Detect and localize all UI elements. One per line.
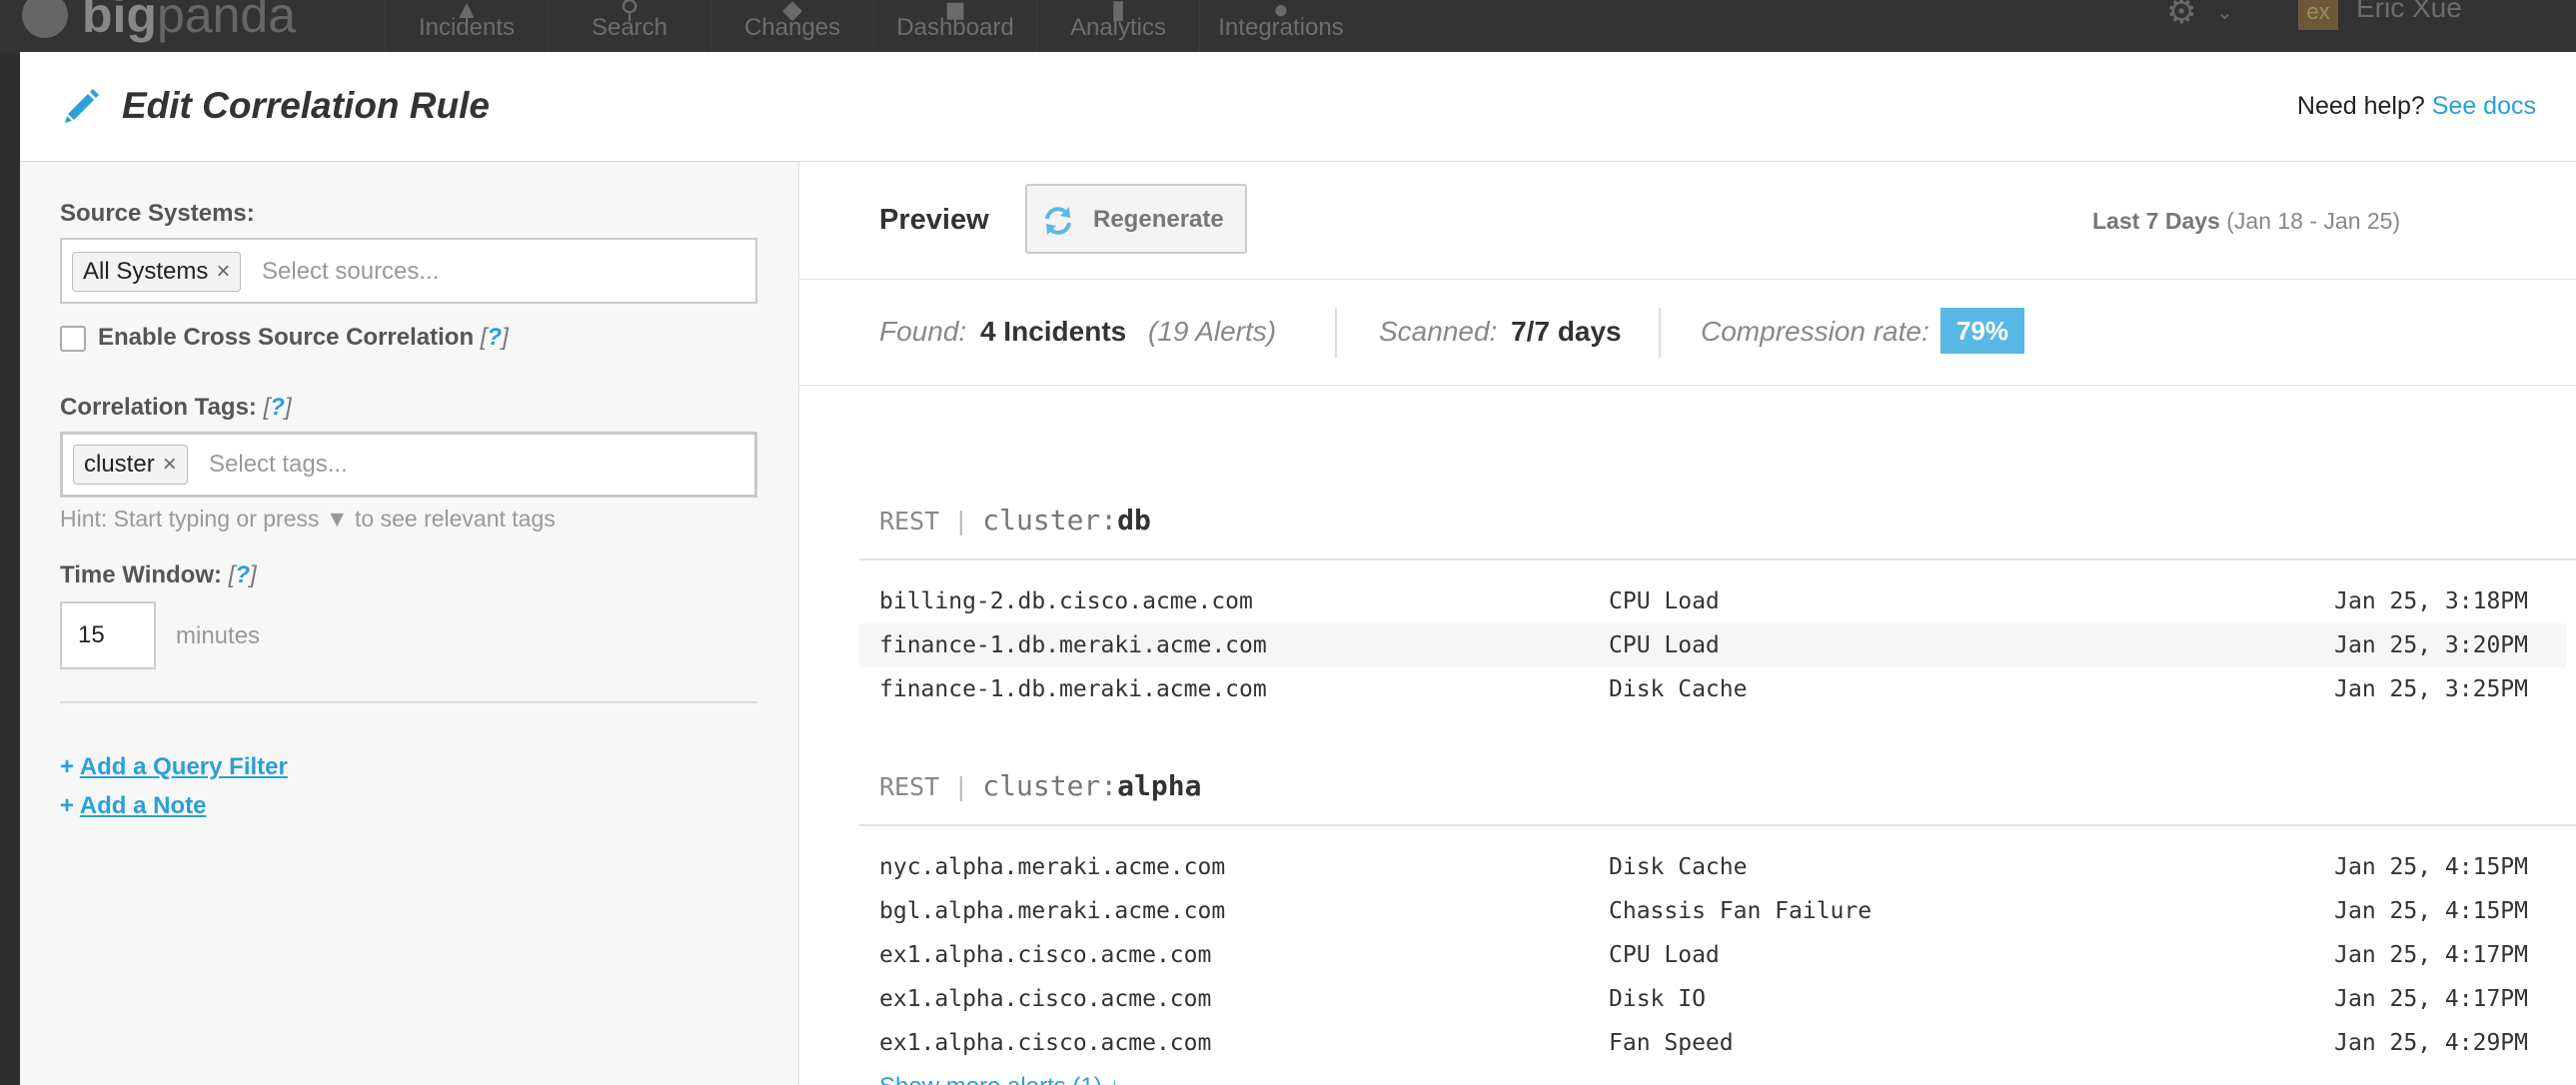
user-name[interactable]: Eric Xue bbox=[2356, 0, 2462, 24]
add-query-filter-link[interactable]: + Add a Query Filter bbox=[60, 753, 288, 781]
nav-search[interactable]: ⚲ Search bbox=[548, 0, 710, 52]
date-range[interactable]: Last 7 Days (Jan 18 - Jan 25) bbox=[2092, 208, 2400, 235]
tags-hint: Hint: Start typing or press ▼ to see rel… bbox=[60, 506, 556, 532]
regenerate-button[interactable]: Regenerate bbox=[1025, 184, 1247, 254]
add-note-link[interactable]: + Add a Note bbox=[60, 792, 206, 820]
correlation-tags-input[interactable]: cluster × Select tags... bbox=[60, 432, 757, 498]
preview-panel: Preview Regenerate Last 7 Days (Jan 18 -… bbox=[799, 162, 2576, 1085]
alert-row[interactable]: ex1.alpha.cisco.acme.com Disk IO Jan 25, 4… bbox=[859, 977, 2566, 1021]
nav-analytics[interactable]: ▮ Analytics bbox=[1036, 0, 1199, 52]
modal-title: Edit Correlation Rule bbox=[122, 85, 490, 126]
alert-row[interactable]: billing-2.db.cisco.acme.com CPU Load Jan 2… bbox=[859, 579, 2566, 623]
remove-chip-icon[interactable]: × bbox=[216, 258, 230, 285]
help-icon[interactable]: ? bbox=[270, 394, 285, 421]
cross-source-label: Enable Cross Source Correlation [?] bbox=[98, 324, 509, 351]
tags-placeholder: Select tags... bbox=[209, 451, 348, 478]
gear-icon[interactable]: ⚙ bbox=[2166, 0, 2196, 32]
help-icon[interactable]: ? bbox=[235, 561, 250, 588]
cross-source-checkbox[interactable] bbox=[60, 326, 86, 352]
source-chip: All Systems × bbox=[72, 252, 242, 292]
show-more-alerts-link[interactable]: Show more alerts (1) ↓ bbox=[879, 1073, 1120, 1085]
alert-row[interactable]: finance-1.db.meraki.acme.com CPU Load Jan … bbox=[859, 623, 2566, 667]
pencil-icon bbox=[65, 89, 99, 123]
group-divider bbox=[859, 558, 2576, 560]
alert-row[interactable]: nyc.alpha.meraki.acme.com Disk Cache Jan 2… bbox=[859, 845, 2566, 889]
alert-row[interactable]: ex1.alpha.cisco.acme.com Fan Speed Jan 25,… bbox=[859, 1021, 2566, 1065]
bigpanda-logo[interactable]: bigpanda bbox=[22, 0, 296, 44]
avatar[interactable]: ex bbox=[2298, 0, 2338, 30]
alert-row[interactable]: ex1.alpha.cisco.acme.com CPU Load Jan 25, … bbox=[859, 933, 2566, 977]
arrow-down-icon: ↓ bbox=[1108, 1073, 1120, 1085]
nav-dashboard[interactable]: ◼ Dashboard bbox=[873, 0, 1036, 52]
regenerate-label: Regenerate bbox=[1093, 206, 1224, 233]
modal-header: Edit Correlation Rule Need help? See doc… bbox=[20, 52, 2576, 162]
stats-bar: Found: 4 Incidents (19 Alerts) Scanned: … bbox=[799, 280, 2576, 386]
incident-group-header: REST | cluster:db bbox=[879, 504, 1151, 537]
alert-row[interactable]: finance-1.db.meraki.acme.com Disk Cache Ja… bbox=[859, 667, 2566, 711]
see-docs-link[interactable]: See docs bbox=[2432, 92, 2536, 120]
help-text: Need help? See docs bbox=[2296, 92, 2536, 120]
correlation-tags-label: Correlation Tags: [?] bbox=[60, 394, 292, 421]
time-window-input[interactable]: 15 bbox=[60, 601, 156, 669]
panda-icon bbox=[22, 0, 68, 38]
time-window-label: Time Window: [?] bbox=[60, 561, 257, 588]
separator bbox=[1335, 308, 1337, 358]
remove-chip-icon[interactable]: × bbox=[163, 451, 177, 478]
refresh-icon bbox=[1045, 207, 1071, 235]
tag-chip: cluster × bbox=[73, 445, 188, 485]
divider bbox=[60, 701, 757, 703]
found-stat: Found: 4 Incidents (19 Alerts) bbox=[879, 316, 1277, 347]
group-divider bbox=[859, 824, 2576, 826]
help-icon[interactable]: ? bbox=[487, 324, 502, 351]
preview-toolbar: Preview Regenerate Last 7 Days (Jan 18 -… bbox=[799, 162, 2576, 280]
preview-title: Preview bbox=[879, 204, 989, 236]
chevron-down-icon[interactable]: ⌄ bbox=[2216, 0, 2233, 25]
logo-text: bigpanda bbox=[82, 0, 297, 43]
top-nav: bigpanda ▲ Incidents ⚲ Search ◆ Changes ◼ Da… bbox=[0, 0, 2576, 52]
source-systems-label: Source Systems: bbox=[60, 200, 255, 227]
alert-row[interactable]: bgl.alpha.meraki.acme.com Chassis Fan Fai… bbox=[859, 889, 2566, 933]
source-systems-input[interactable]: All Systems × Select sources... bbox=[60, 238, 757, 304]
nav-items: ▲ Incidents ⚲ Search ◆ Changes ◼ Dashboard ▮… bbox=[385, 0, 1362, 52]
time-unit-label: minutes bbox=[176, 622, 261, 649]
scanned-stat: Scanned: 7/7 days bbox=[1379, 316, 1622, 347]
nav-integrations[interactable]: ● Integrations bbox=[1199, 0, 1362, 52]
nav-changes[interactable]: ◆ Changes bbox=[710, 0, 873, 52]
compression-badge: 79% bbox=[1940, 308, 2024, 354]
separator bbox=[1659, 308, 1661, 358]
rule-form: Source Systems: All Systems × Select sour… bbox=[20, 162, 799, 1085]
incident-group-header: REST | cluster:alpha bbox=[879, 769, 1202, 802]
nav-incidents[interactable]: ▲ Incidents bbox=[385, 0, 548, 52]
source-placeholder: Select sources... bbox=[262, 258, 440, 285]
compression-stat: Compression rate: bbox=[1701, 316, 1930, 347]
edit-rule-modal: Edit Correlation Rule Need help? See doc… bbox=[20, 52, 2576, 1085]
